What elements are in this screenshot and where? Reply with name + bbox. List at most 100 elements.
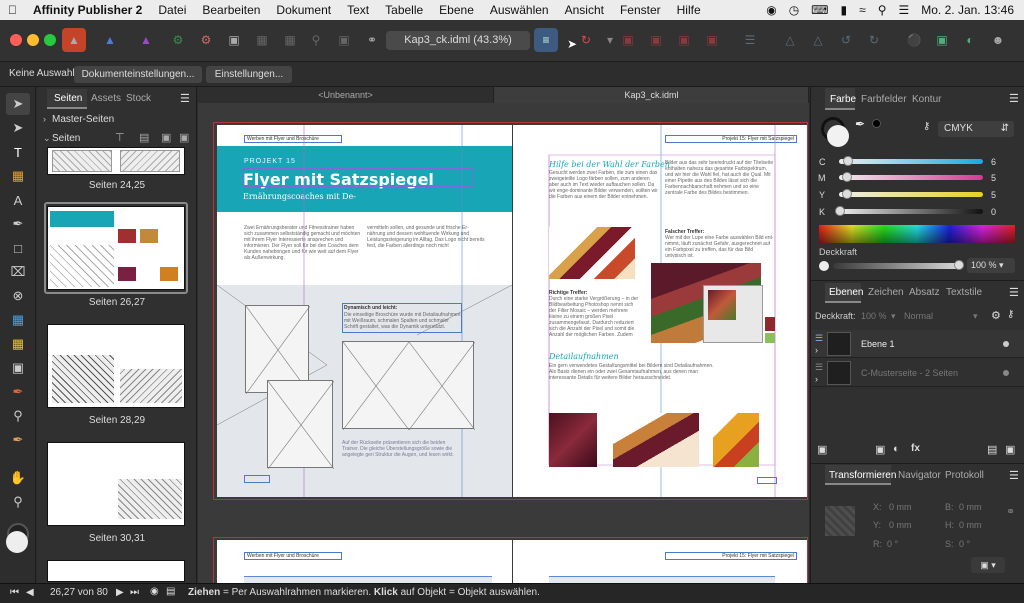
expand-chevron-icon[interactable]: › (43, 114, 46, 124)
arrange-front-icon[interactable]: ▣ (700, 28, 724, 52)
layer-lock-icon[interactable]: ⚷ (1007, 309, 1014, 320)
rotate-right-icon[interactable]: ↻ (862, 28, 886, 52)
layer-arrange-icon[interactable]: ▣ (817, 443, 827, 456)
window-minimize-button[interactable] (27, 34, 39, 46)
info-box-title[interactable]: Dynamisch und leicht: (344, 305, 462, 311)
layers-panel-menu-icon[interactable]: ☰ (1009, 286, 1019, 299)
next-page-icon[interactable]: ▶ (116, 587, 124, 598)
tab-absatz[interactable]: Absatz (909, 287, 940, 298)
tab-farbe[interactable]: Farbe (830, 94, 856, 105)
opacity-knob[interactable] (954, 260, 964, 270)
page-indicator[interactable]: 26,27 von 80 (50, 587, 108, 598)
ellipse-frame-tool-icon[interactable]: ⊗ (6, 285, 30, 307)
field-h-value[interactable]: 0 mm (959, 520, 982, 530)
tab-unbenannt[interactable]: <Unbenannt> (198, 87, 494, 103)
tab-protokoll[interactable]: Protokoll (945, 470, 984, 481)
channel-y-slider[interactable] (839, 192, 983, 197)
field-s-value[interactable]: 0 ° (959, 539, 970, 549)
channel-c-value[interactable]: 6 (991, 157, 996, 167)
preflight-status-icon[interactable]: ◉ (150, 586, 159, 597)
detail-shots-text[interactable]: Ein gern verwendetes Gestaltungsmittel b… (549, 363, 719, 385)
rectangle-tool-icon[interactable]: □ (6, 237, 30, 259)
node-tool-icon[interactable]: ➤ (6, 117, 30, 139)
spread-thumbnail-32-33[interactable] (47, 560, 185, 582)
prev-page-icon[interactable]: ◀ (26, 587, 34, 598)
menu-bearbeiten[interactable]: Bearbeiten (194, 3, 268, 17)
menu-auswaehlen[interactable]: Auswählen (482, 3, 557, 17)
add-layer-icon[interactable]: ▤ (987, 443, 997, 456)
settings-gear-icon[interactable]: ⚙ (166, 28, 190, 52)
place-image-tool-icon[interactable]: ▦ (6, 309, 30, 331)
tab-transformieren[interactable]: Transformieren (829, 470, 896, 481)
image-placeholder-3[interactable] (342, 341, 476, 431)
pen-tool-icon[interactable]: ✒ (6, 213, 30, 235)
channel-m-knob[interactable] (842, 172, 852, 182)
channel-k-slider[interactable] (839, 209, 983, 214)
opacity-value-field[interactable]: 100 % ▾ (967, 258, 1015, 273)
menubar-datetime[interactable]: Mo. 2. Jan. 13:46 (921, 3, 1014, 17)
preferences-button[interactable]: Einstellungen... (206, 66, 292, 83)
align-icon[interactable]: ☰ (738, 28, 762, 52)
menu-datei[interactable]: Datei (150, 3, 194, 17)
tab-textstile[interactable]: Textstile (946, 287, 982, 298)
spread-thumbnail-26-27[interactable] (47, 206, 185, 290)
channel-c-knob[interactable] (843, 156, 854, 166)
table-insert-tool-icon[interactable]: ▦ (6, 333, 30, 355)
channel-c-slider[interactable] (839, 159, 983, 164)
field-x-value[interactable]: 0 mm (889, 502, 912, 512)
move-tool-icon[interactable]: ➤ (6, 93, 30, 115)
spread-view-icon[interactable]: ▣ (222, 28, 246, 52)
arrange-forward-icon[interactable]: ▣ (672, 28, 696, 52)
fill-color-swatch[interactable] (6, 531, 28, 553)
preflight-icon[interactable]: ⚙ (194, 28, 218, 52)
field-r-value[interactable]: 0 ° (887, 539, 898, 549)
next-right-page[interactable]: Projekt 15: Flyer mit Satzspiegel (513, 540, 807, 583)
tab-ebenen[interactable]: Ebenen (829, 287, 863, 298)
flip-vertical-icon[interactable]: △ (806, 28, 830, 52)
layer-adjustment-icon[interactable]: ◐ (893, 443, 900, 455)
collapse-chevron-icon[interactable]: ⌄ (43, 133, 51, 144)
blend-chevron-icon[interactable]: ▾ (973, 311, 978, 322)
transform-origin-button[interactable]: ▣ ▾ (971, 557, 1005, 573)
pin-icon[interactable]: ⚲ (304, 28, 328, 52)
layer-name-master[interactable]: C-Musterseite - 2 Seiten (861, 368, 958, 378)
window-close-button[interactable] (10, 34, 22, 46)
detail-photo-mixed[interactable] (613, 413, 699, 467)
frame-text-tool-icon[interactable]: T (6, 141, 30, 163)
notes-icon[interactable]: ▤ (166, 586, 175, 597)
layer-mask-icon[interactable]: ▣ (875, 443, 885, 456)
layer-name-ebene1[interactable]: Ebene 1 (861, 339, 895, 349)
link-proportions-icon[interactable]: ⚭ (1006, 505, 1015, 518)
last-page-icon[interactable]: ⏭ (130, 587, 139, 598)
detail-photo-grapes[interactable] (549, 413, 597, 467)
record-icon[interactable]: ◉ (766, 3, 776, 17)
arrange-backward-icon[interactable]: ▣ (644, 28, 668, 52)
rotate-left-icon[interactable]: ↺ (834, 28, 858, 52)
first-page-icon[interactable]: ⏮ (10, 587, 19, 598)
menu-app-name[interactable]: Affinity Publisher 2 (25, 3, 150, 17)
control-center-icon[interactable]: ☰ (899, 3, 910, 17)
next-right-running-head[interactable]: Projekt 15: Flyer mit Satzspiegel (665, 552, 797, 560)
apple-icon[interactable]:  (0, 3, 25, 17)
color-picker-icon[interactable]: ◐ (958, 28, 982, 52)
eyedropper-icon[interactable]: ✒ (855, 117, 865, 131)
keyboard-icon[interactable]: ⌨ (811, 3, 828, 17)
master-pages-label[interactable]: Master-Seiten (52, 114, 114, 125)
next-left-page[interactable]: Werben mit Flyer und Broschüre (217, 540, 512, 583)
color-panel-menu-icon[interactable]: ☰ (1009, 92, 1019, 105)
spread-thumbnail-24-25[interactable] (47, 147, 185, 175)
color-choice-text[interactable]: Gesucht werden zwei Farben, die zum eine… (549, 170, 659, 216)
spread-thumbnail-28-29[interactable] (47, 324, 185, 408)
duplicate-page-icon[interactable]: ▣ (161, 131, 171, 144)
fill-well[interactable] (827, 125, 849, 147)
tab-stock[interactable]: Stock (126, 93, 151, 104)
snapping-icon[interactable]: ▦ (250, 28, 274, 52)
color-spectrum[interactable] (819, 225, 1015, 243)
tip2-text[interactable]: Richtige Treffer: Durch eine starke Vergr… (549, 290, 641, 338)
color-picker-tool-icon[interactable]: ✒ (6, 429, 30, 451)
field-y-value[interactable]: 0 mm (889, 520, 912, 530)
menu-text[interactable]: Text (339, 3, 377, 17)
publisher-persona-icon[interactable]: ▲ (62, 28, 86, 52)
fill-tool-icon[interactable]: ✒ (6, 381, 30, 403)
next-left-running-head[interactable]: Werben mit Flyer und Broschüre (244, 552, 342, 560)
